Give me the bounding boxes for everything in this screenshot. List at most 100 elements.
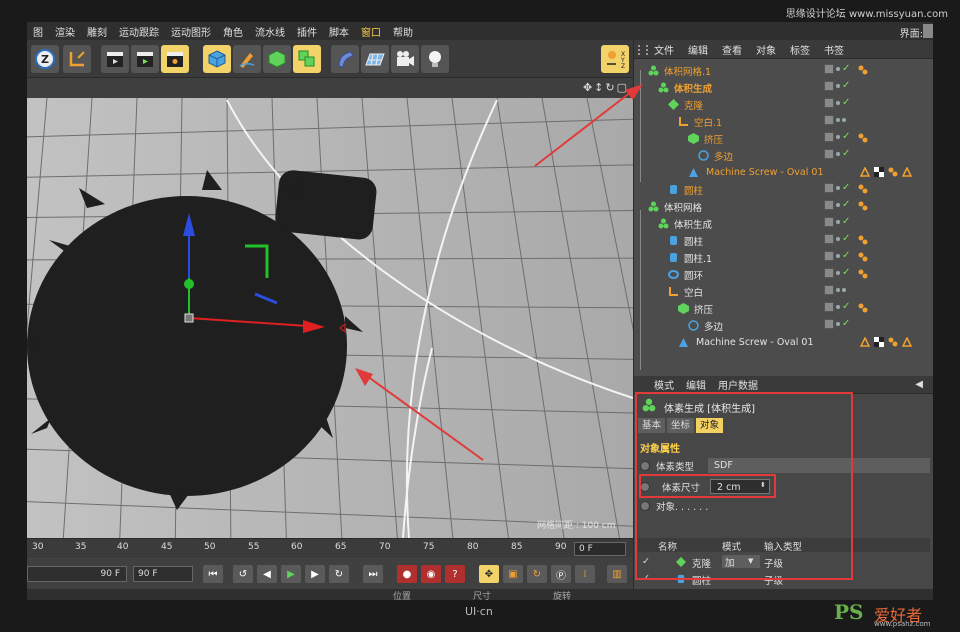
am-menu-edit[interactable]: 编辑 bbox=[686, 377, 706, 392]
om-menu-objects[interactable]: 对象 bbox=[756, 42, 776, 57]
voxel-type-select[interactable]: SDF bbox=[708, 458, 930, 473]
preview-end-field[interactable]: 90 F bbox=[133, 566, 193, 582]
deformer-button[interactable] bbox=[331, 45, 359, 73]
om-menu-view[interactable]: 查看 bbox=[722, 42, 742, 57]
object-row-machine-screw-1[interactable]: Machine Screw - Oval 01 bbox=[634, 164, 933, 181]
3d-viewport[interactable]: ✥ ↕ ↻ ▢ 网格间距 : 100 cm bbox=[27, 78, 633, 538]
menu-item-window[interactable]: 窗口 bbox=[355, 24, 387, 39]
object-row-torus[interactable]: 圆环 ✓ bbox=[634, 266, 933, 283]
panel-grip-icon[interactable] bbox=[638, 45, 648, 55]
go-to-start-button[interactable]: ⏮ bbox=[203, 565, 223, 583]
object-row-volume-builder-1[interactable]: 体积生成 ✓ bbox=[634, 79, 933, 96]
keyframe-selection-button[interactable]: ? bbox=[445, 565, 465, 583]
phong-tag-icon[interactable] bbox=[858, 303, 868, 313]
camera-button[interactable] bbox=[391, 45, 419, 73]
object-row-polygon-1[interactable]: 多边 ✓ bbox=[634, 147, 933, 164]
stepper-icon[interactable]: ⬍ bbox=[760, 481, 766, 489]
floor-object-button[interactable] bbox=[361, 45, 389, 73]
phong-tag-icon[interactable] bbox=[888, 337, 898, 347]
object-row-cloner[interactable]: 克隆 ✓ bbox=[634, 96, 933, 113]
menu-item-motion-tracking[interactable]: 运动跟踪 bbox=[113, 24, 165, 39]
checkmark-icon[interactable]: ✓ bbox=[642, 573, 650, 584]
next-key-button[interactable]: ↻ bbox=[329, 565, 349, 583]
parameter-key-button[interactable]: Ⓟ bbox=[551, 565, 571, 583]
menu-item-character[interactable]: 角色 bbox=[217, 24, 249, 39]
object-row-null[interactable]: 空白 bbox=[634, 283, 933, 300]
phong-tag-icon[interactable] bbox=[858, 65, 868, 75]
tab-basic[interactable]: 基本 bbox=[638, 418, 666, 433]
light-button[interactable] bbox=[421, 45, 449, 73]
zoom-view-icon[interactable]: ↕ bbox=[594, 81, 603, 94]
phong-tag-icon[interactable] bbox=[888, 167, 898, 177]
menu-item-plugins[interactable]: 插件 bbox=[291, 24, 323, 39]
pen-tool-button[interactable] bbox=[233, 45, 261, 73]
material-tag-icon[interactable] bbox=[874, 337, 884, 347]
phong-tag-icon[interactable] bbox=[858, 201, 868, 211]
phong-tag-icon[interactable] bbox=[858, 269, 868, 279]
object-row-null-1[interactable]: 空白.1 bbox=[634, 113, 933, 130]
row-mode-select[interactable]: 加 bbox=[722, 555, 760, 569]
selection-tag-icon[interactable] bbox=[902, 337, 912, 347]
material-tag-icon[interactable] bbox=[874, 167, 884, 177]
object-row-volume-mesh-1[interactable]: 体积网格.1 ✓ bbox=[634, 62, 933, 79]
object-row-polygon[interactable]: 多边 ✓ bbox=[634, 317, 933, 334]
timeline-ruler[interactable]: 30 35 40 45 50 55 60 65 70 75 80 85 90 0… bbox=[27, 538, 633, 558]
tab-coordinates[interactable]: 坐标 bbox=[667, 418, 695, 433]
move-view-icon[interactable]: ✥ bbox=[583, 81, 592, 94]
render-view-button[interactable] bbox=[101, 45, 129, 73]
previous-key-button[interactable]: ↺ bbox=[233, 565, 253, 583]
phong-tag-icon[interactable] bbox=[858, 235, 868, 245]
object-row-volume-builder[interactable]: 体积生成 ✓ bbox=[634, 215, 933, 232]
go-to-end-button[interactable]: ⏭ bbox=[363, 565, 383, 583]
cloner-button[interactable] bbox=[293, 45, 321, 73]
object-row-machine-screw[interactable]: Machine Screw - Oval 01 bbox=[634, 334, 933, 351]
menu-item-help[interactable]: 帮助 bbox=[387, 24, 419, 39]
phong-tag-icon[interactable] bbox=[858, 184, 868, 194]
table-row[interactable]: ✓ 圆柱 子级 bbox=[638, 571, 930, 587]
record-keys-button[interactable]: ● bbox=[397, 565, 417, 583]
menu-item-pipeline[interactable]: 流水线 bbox=[249, 24, 291, 39]
scale-key-button[interactable]: ▣ bbox=[503, 565, 523, 583]
rotation-key-button[interactable]: ↻ bbox=[527, 565, 547, 583]
subdivision-surface-button[interactable] bbox=[263, 45, 291, 73]
animate-objects[interactable] bbox=[640, 501, 650, 511]
tab-object[interactable]: 对象 bbox=[696, 418, 724, 433]
maximize-view-icon[interactable]: ▢ bbox=[617, 81, 627, 94]
phong-tag-icon[interactable] bbox=[858, 133, 868, 143]
menu-item-sculpt[interactable]: 雕刻 bbox=[81, 24, 113, 39]
phong-tag-icon[interactable] bbox=[858, 252, 868, 262]
render-picture-viewer-button[interactable] bbox=[131, 45, 159, 73]
animate-voxel-size[interactable] bbox=[640, 482, 650, 492]
play-button[interactable]: ▶ bbox=[281, 565, 301, 583]
next-frame-button[interactable]: ▶ bbox=[305, 565, 325, 583]
table-row[interactable]: ✓ 克隆 加 ▼ 子级 bbox=[638, 554, 930, 570]
point-level-button[interactable]: ⁞ bbox=[575, 565, 595, 583]
timeline-window-button[interactable]: ▥ bbox=[607, 565, 627, 583]
uvw-tag-icon[interactable] bbox=[860, 337, 870, 347]
om-menu-file[interactable]: 文件 bbox=[654, 42, 674, 57]
preview-start-field[interactable]: 90 F bbox=[27, 566, 127, 582]
current-frame-field[interactable]: 0 F bbox=[574, 542, 626, 556]
previous-frame-button[interactable]: ◀ bbox=[257, 565, 277, 583]
object-row-extrude[interactable]: 挤压 ✓ bbox=[634, 300, 933, 317]
menu-item-mograph[interactable]: 运动图形 bbox=[165, 24, 217, 39]
cube-object-button[interactable] bbox=[203, 45, 231, 73]
position-key-button[interactable]: ✥ bbox=[479, 565, 499, 583]
am-menu-user-data[interactable]: 用户数据 bbox=[718, 377, 758, 392]
autokey-button[interactable]: ◉ bbox=[421, 565, 441, 583]
object-row-extrude-1[interactable]: 挤压 ✓ bbox=[634, 130, 933, 147]
menu-item-0[interactable]: 图 bbox=[27, 24, 49, 39]
render-settings-button[interactable] bbox=[161, 45, 189, 73]
selection-tag-icon[interactable] bbox=[902, 167, 912, 177]
rotate-view-icon[interactable]: ↻ bbox=[605, 81, 614, 94]
menu-item-script[interactable]: 脚本 bbox=[323, 24, 355, 39]
object-row-cylinder[interactable]: 圆柱 ✓ bbox=[634, 232, 933, 249]
world-coordinates-button[interactable]: XYZ bbox=[601, 45, 629, 73]
back-arrow-icon[interactable]: ◀ bbox=[915, 379, 923, 390]
z-axis-lock-button[interactable]: Z bbox=[31, 45, 59, 73]
object-row-cylinder-2[interactable]: 圆柱.1 ✓ bbox=[634, 249, 933, 266]
menu-item-render[interactable]: 渲染 bbox=[49, 24, 81, 39]
am-menu-mode[interactable]: 模式 bbox=[654, 377, 674, 392]
uvw-tag-icon[interactable] bbox=[860, 167, 870, 177]
om-menu-tags[interactable]: 标签 bbox=[790, 42, 810, 57]
